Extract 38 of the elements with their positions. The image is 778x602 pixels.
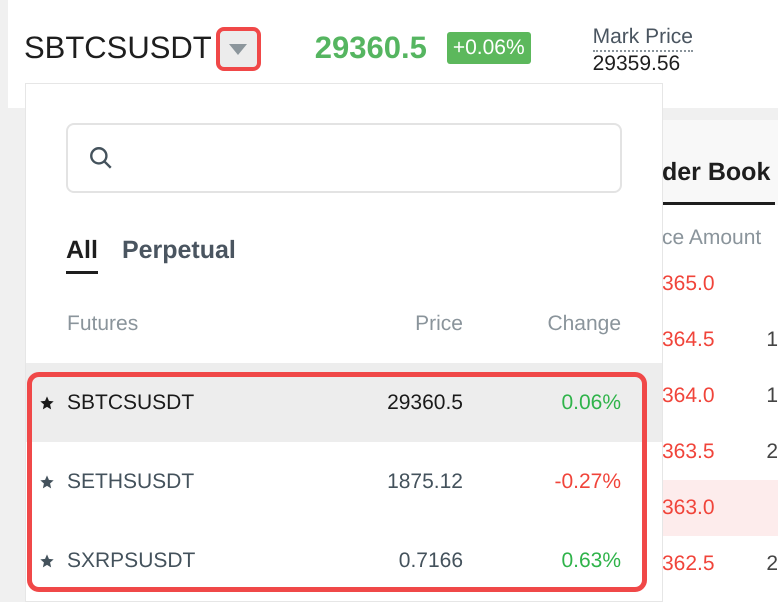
star-icon[interactable]: [39, 394, 55, 410]
ask-amount: 1: [766, 383, 778, 410]
ask-price: 362.5: [662, 551, 715, 578]
star-icon[interactable]: [39, 474, 55, 490]
market-price: 29360.5: [386, 390, 463, 416]
caret-icon: [229, 44, 248, 54]
filter-tab[interactable]: Perpetual: [122, 233, 236, 274]
market-change: 0.06%: [560, 390, 621, 416]
ask-price: 363.5: [662, 439, 715, 466]
column-header: Price: [414, 311, 463, 337]
last-price: 29360.5: [314, 29, 427, 67]
mark-price-label: Mark Price: [592, 24, 693, 52]
market-symbol: SBTCSUSDT: [67, 390, 194, 416]
market-change: -0.27%: [553, 468, 621, 495]
ask-amount: 2: [766, 439, 778, 466]
column-header: Change: [546, 311, 621, 337]
market-symbol: SETHSUSDT: [67, 468, 194, 495]
star-icon[interactable]: [39, 552, 55, 568]
column-header: ce Amount: [662, 225, 762, 251]
column-header: Futures: [67, 311, 140, 337]
symbol-title: SBTCSUSDT: [24, 29, 212, 67]
ask-price: 364.0: [662, 383, 715, 410]
ask-amount: 2: [766, 551, 778, 578]
market-price: 1875.12: [386, 468, 463, 495]
ask-amount: 1: [766, 327, 778, 354]
market-price: 0.7166: [398, 548, 463, 574]
search-field[interactable]: [66, 123, 622, 193]
search-icon: [88, 145, 114, 171]
change-badge: +0.06%: [446, 32, 531, 64]
filter-tab[interactable]: All: [66, 233, 98, 274]
market-change: 0.63%: [560, 548, 621, 574]
dropdown-button[interactable]: [216, 27, 261, 71]
ask-price: 365.0: [662, 271, 715, 298]
ask-price: 364.5: [662, 327, 715, 354]
market-row[interactable]: SBTCSUSDT 29360.5 0.06%: [26, 363, 662, 442]
ask-price: 363.0: [662, 495, 715, 522]
market-symbol: SXRPSUSDT: [67, 548, 196, 574]
mark-price-value: 29359.56: [592, 52, 682, 76]
